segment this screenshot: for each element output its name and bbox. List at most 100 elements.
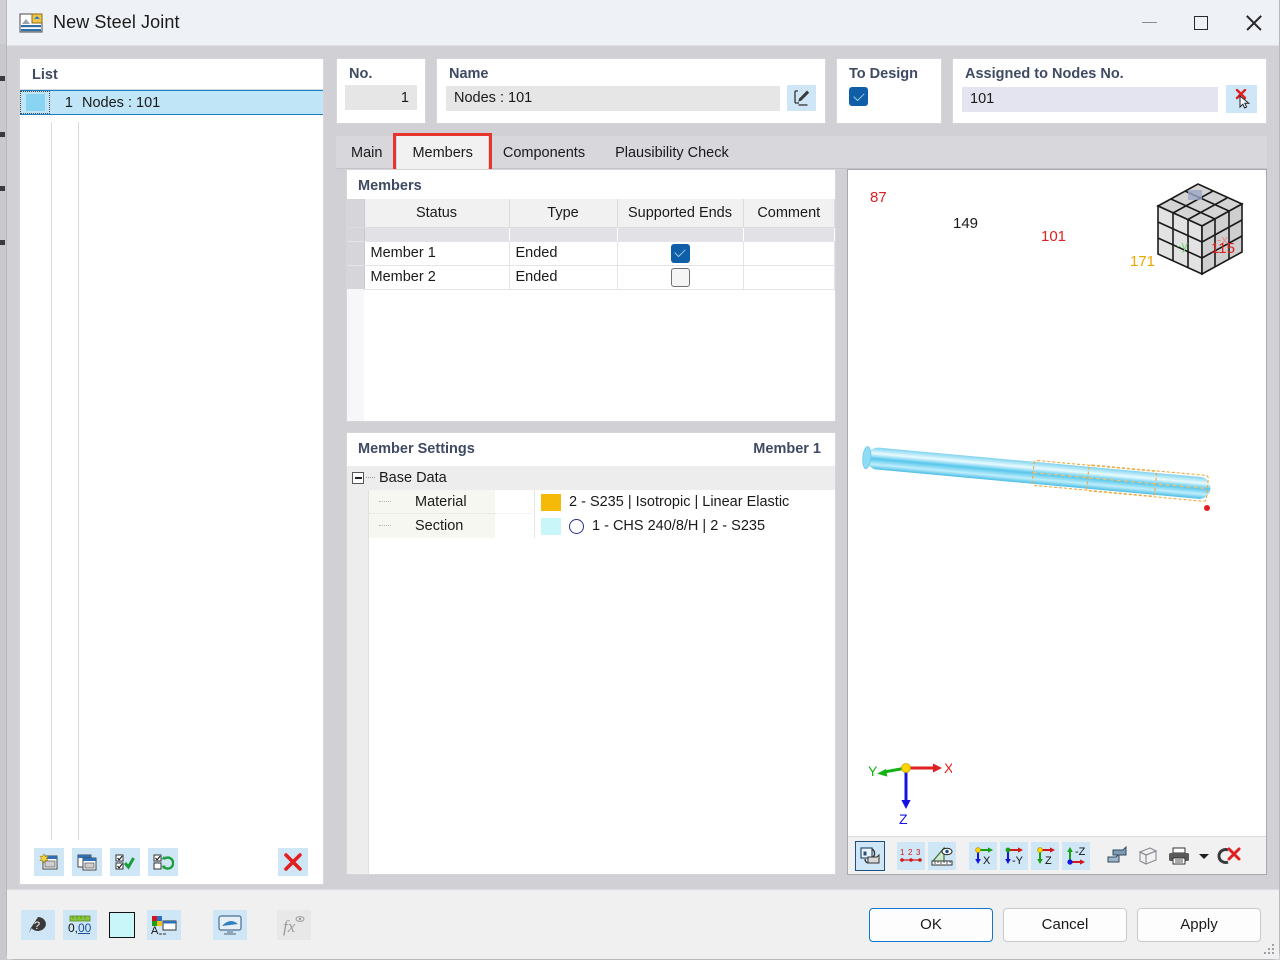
steel-joint-dialog: New Steel Joint List 1 Nodes : 101 No. 1… [6,0,1280,960]
maximize-icon[interactable] [1175,0,1227,46]
axis-z-icon[interactable]: Z [1031,841,1059,870]
fx-formula-icon: fx [277,909,311,940]
members-table-empty-area[interactable] [347,289,835,421]
column-header-type[interactable]: Type [509,199,618,228]
copy-item-button[interactable] [72,848,102,876]
axis-x-icon[interactable]: X [969,841,997,870]
no-label: No. [349,66,373,82]
resize-grip[interactable] [1264,944,1276,956]
printer-icon[interactable] [1165,842,1193,870]
navigation-cube[interactable]: -y -x [1152,178,1248,290]
tree-group-base-data[interactable]: Base Data [347,466,835,490]
title-bar: New Steel Joint [7,0,1279,46]
cancel-button[interactable]: Cancel [1003,907,1127,942]
shaded-solid-icon[interactable] [1103,842,1131,870]
list-item[interactable]: 1 Nodes : 101 [20,90,323,115]
tree-row-section[interactable]: Section 1 - CHS 240/8/H | 2 - S235 [347,514,835,538]
svg-text:-Y: -Y [1012,855,1024,866]
ruler-eye-icon[interactable] [928,841,956,870]
tab-plausibility-check[interactable]: Plausibility Check [600,136,744,169]
tree-row-material-value: 2 - S235 | Isotropic | Linear Elastic [569,494,790,510]
tab-plausibility-check-label: Plausibility Check [615,144,729,161]
select-all-button[interactable] [110,848,140,876]
tab-panel-members: Members Status Type Supported Ends Comme… [336,169,1267,885]
tree-row-material-value-cell[interactable]: 2 - S235 | Isotropic | Linear Elastic [535,490,835,514]
table-row[interactable]: Member 1 Ended [347,241,835,266]
minimize-icon[interactable] [1123,0,1175,46]
tree-row-material[interactable]: Material 2 - S235 | Isotropic | Linear E… [347,490,835,514]
tab-main[interactable]: Main [336,136,397,169]
color-square-icon[interactable] [105,910,139,940]
cell-status: Member 1 [364,241,510,266]
pick-nodes-cursor-icon[interactable] [1226,85,1257,113]
cell-supported-ends[interactable] [617,241,744,266]
numbering-123-icon[interactable]: 1 2 3 [897,841,925,870]
axis-minus-y-icon[interactable]: -Y [1000,841,1028,870]
rotate-solid-icon[interactable] [855,840,885,871]
list-item-number: 1 [64,94,73,111]
viewport-canvas[interactable]: -y -x 87 149 101 171 115 X Y Z [848,170,1266,836]
tab-members[interactable]: Members [393,133,492,172]
svg-text:X: X [983,855,991,866]
decimal-0-00-icon[interactable]: 0, 00 [63,909,97,940]
tree-row-section-spacer [495,514,535,538]
supported-ends-checkbox[interactable] [670,243,690,263]
close-icon[interactable] [1227,0,1279,46]
svg-text:1: 1 [900,848,905,857]
tab-bar: Main Members Components Plausibility Che… [336,133,1267,172]
delete-item-button[interactable] [278,848,308,876]
member-settings-tree: Base Data Material 2 - S235 | Isotropic … [347,466,835,874]
wireframe-cube-icon[interactable] [1134,842,1162,870]
svg-text:00: 00 [78,921,92,935]
row-gutter-header [347,199,365,228]
svg-text:Z: Z [1045,855,1052,866]
apply-button[interactable]: Apply [1137,907,1261,942]
dialog-content: List 1 Nodes : 101 No. 1 Name Nodes: 10… [7,46,1279,959]
colors-text-window-icon[interactable]: A [147,909,181,940]
list-empty-area[interactable] [20,122,323,840]
bottom-toolbar: ? 0, 00 A fx [7,909,311,940]
axis-z-label: Z [899,811,908,826]
table-row[interactable]: Member 2 Ended [347,265,835,290]
column-header-status[interactable]: Status [364,199,510,228]
pencil-edit-icon[interactable] [787,85,816,111]
column-header-supported-ends[interactable]: Supported Ends [617,199,744,228]
ok-button[interactable]: OK [869,907,993,942]
tree-row-section-value-cell[interactable]: 1 - CHS 240/8/H | 2 - S235 [535,514,835,538]
magnifier-red-x-icon[interactable] [1215,842,1243,870]
to-design-checkbox[interactable] [849,87,868,106]
new-item-button[interactable] [34,848,64,876]
assigned-nodes-card: Assigned to Nodes No. 101 [952,58,1267,124]
tab-components[interactable]: Components [488,136,600,169]
column-header-comment[interactable]: Comment [743,199,835,228]
list-item-label: Nodes : 101 [82,94,161,111]
tree-row-section-label: Section [369,514,495,538]
tree-row-material-label: Material [369,490,495,514]
monitor-icon[interactable] [213,909,247,940]
svg-text:0,: 0, [68,921,78,935]
tree-line-horizontal [379,501,391,502]
name-input[interactable]: Nodes : 101 [446,85,780,111]
chevron-down-icon[interactable] [1196,842,1212,870]
cell-comment [743,265,835,290]
model-viewport[interactable]: -y -x 87 149 101 171 115 X Y Z 1 2 3 X -… [847,169,1267,875]
member-settings-current-member: Member 1 [753,441,821,457]
ok-button-label: OK [920,916,942,933]
svg-text:fx: fx [283,917,296,936]
axis-x-label: X [944,760,952,776]
assigned-nodes-label: Assigned to Nodes No. [965,66,1124,82]
color-swatch-icon [541,493,561,511]
name-card: Name Nodes : 101 [436,58,826,124]
node-label-115: 115 [1211,240,1235,257]
members-table-header-row: Status Type Supported Ends Comment [347,199,835,228]
axis-minus-z-icon[interactable]: -Z [1062,841,1090,870]
members-table-gutter [347,289,364,421]
invert-selection-button[interactable] [148,848,178,876]
list-item-color-cell[interactable] [20,91,50,114]
cell-supported-ends[interactable] [617,265,744,290]
assigned-nodes-input[interactable]: 101 [962,86,1218,112]
collapse-icon[interactable] [352,472,364,484]
help-bubble-icon[interactable]: ? [21,909,55,940]
supported-ends-checkbox[interactable] [670,267,690,287]
member-settings-header: Member Settings Member 1 [347,433,835,463]
